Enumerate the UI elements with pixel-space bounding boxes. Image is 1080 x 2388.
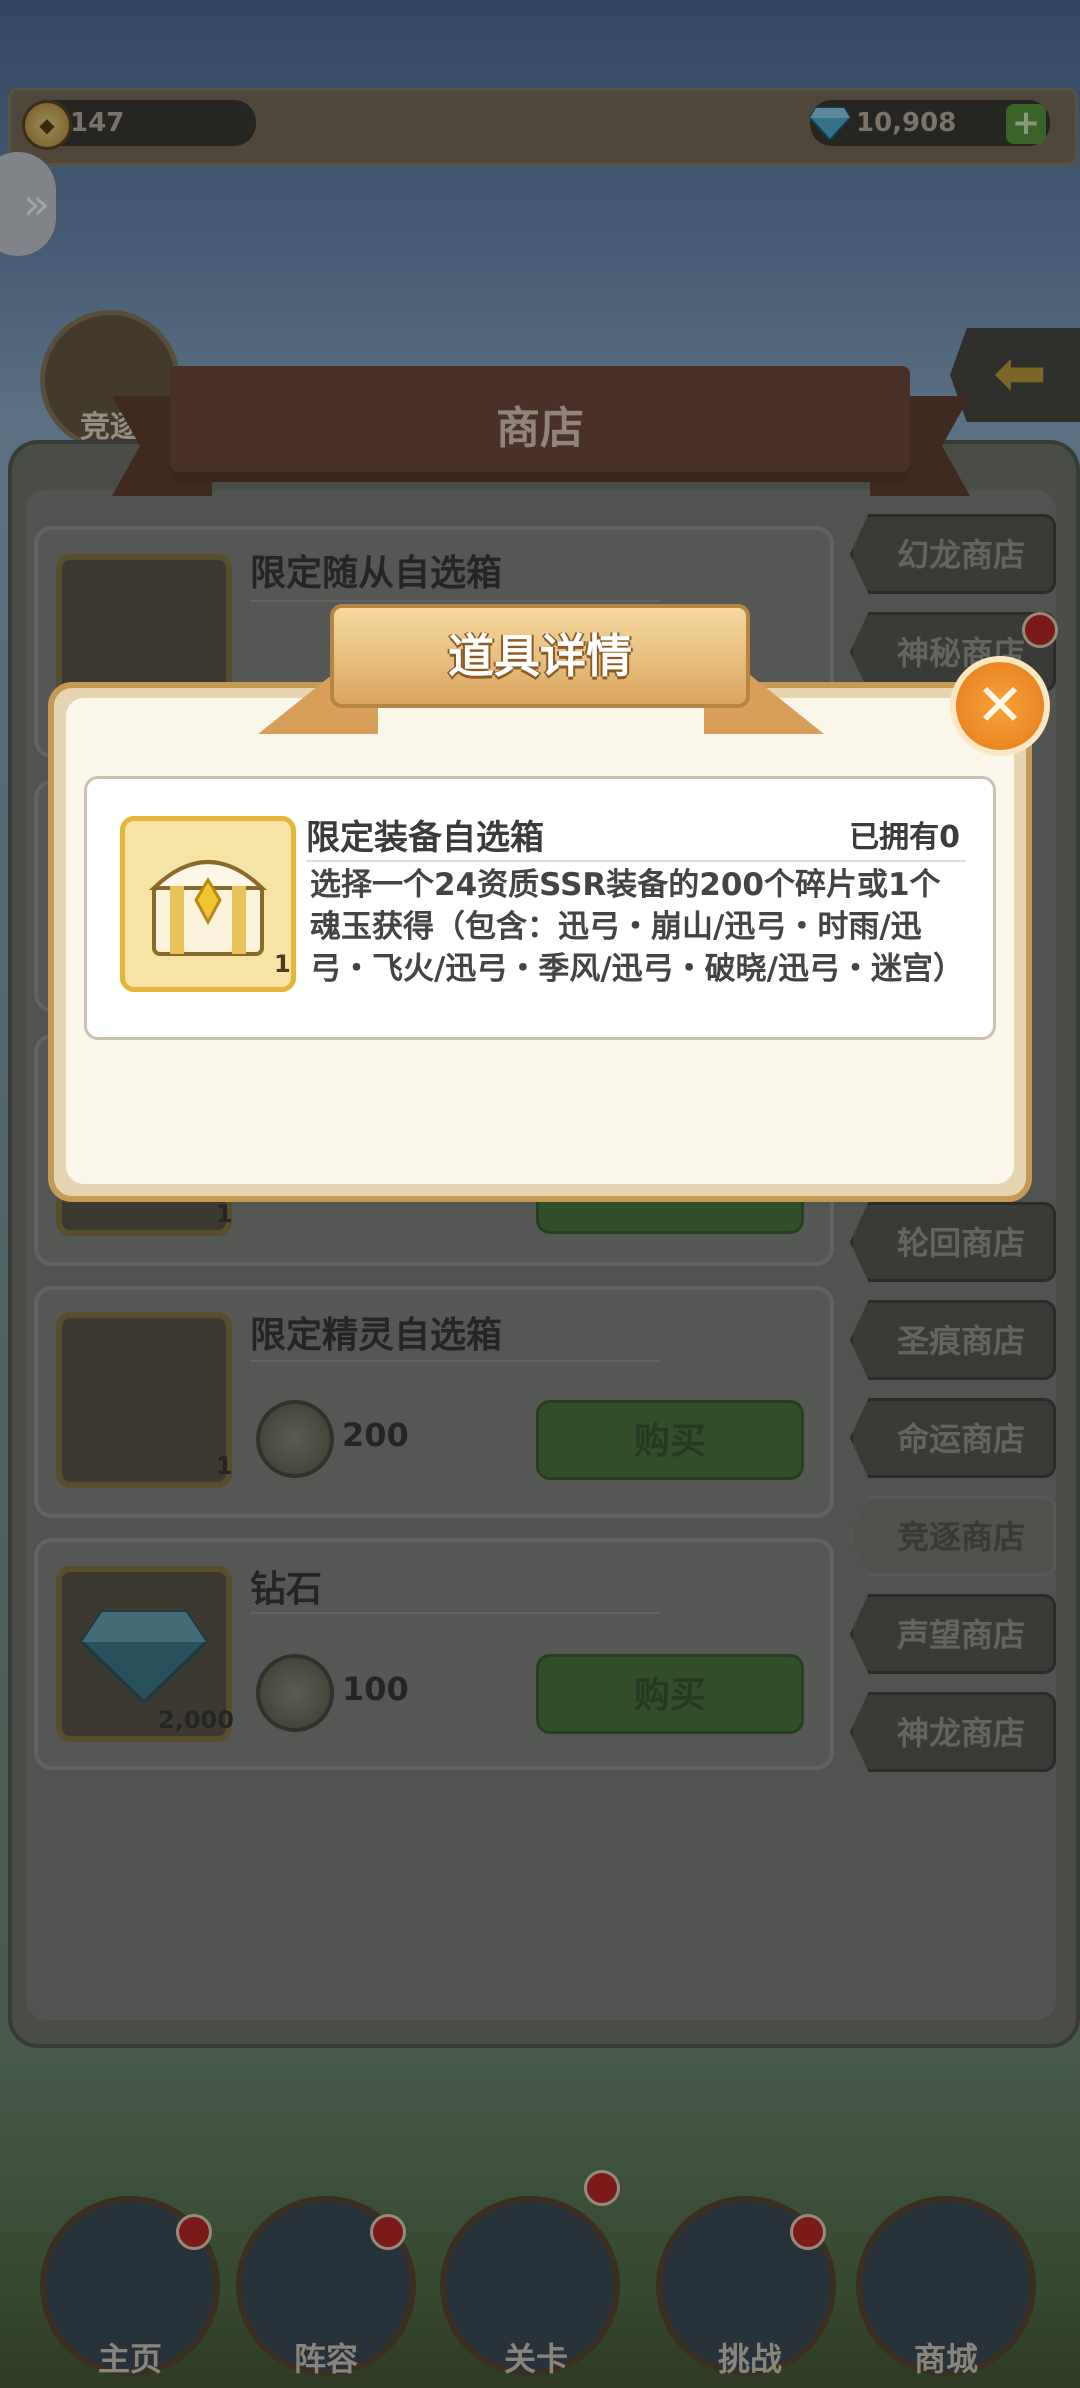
treasure-chest-icon bbox=[140, 842, 276, 962]
item-description[interactable]: 选择一个24资质SSR装备的200个碎片或1个魂玉获得（包含：迅弓・崩山/迅弓・… bbox=[310, 864, 970, 1014]
divider bbox=[306, 860, 966, 862]
close-button[interactable]: ✕ bbox=[950, 656, 1050, 756]
item-quantity: 1 bbox=[274, 950, 291, 978]
owned-count: 已拥有0 bbox=[849, 820, 960, 855]
item-name: 限定装备自选箱 bbox=[306, 818, 544, 858]
modal-title: 道具详情 bbox=[448, 629, 632, 683]
close-icon: ✕ bbox=[975, 671, 1025, 739]
